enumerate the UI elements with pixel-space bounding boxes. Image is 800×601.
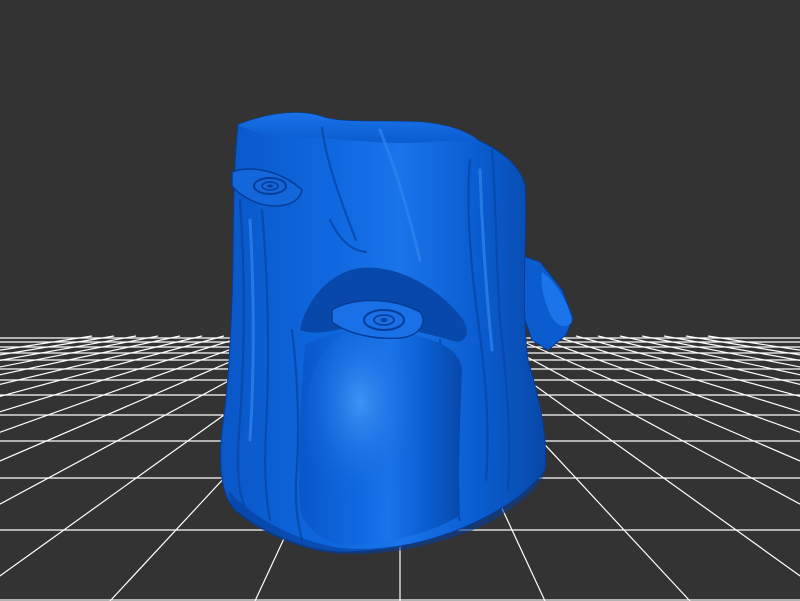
- grid-line-depth: [619, 335, 800, 376]
- 3d-viewport[interactable]: [0, 0, 800, 601]
- grid-line-depth: [0, 335, 115, 356]
- grid-line-depth: [597, 335, 800, 385]
- grid-line-depth: [685, 335, 800, 356]
- grid-line-depth: [641, 335, 800, 368]
- grid-line-depth: [0, 335, 181, 376]
- grid-line-depth: [531, 335, 800, 433]
- grid-line-depth: [0, 335, 159, 368]
- grid-line-depth: [509, 335, 800, 462]
- 3d-scene[interactable]: [0, 0, 800, 601]
- grid-line-depth: [0, 335, 203, 385]
- front-bulge-glow: [305, 330, 415, 510]
- tree-stump-model[interactable]: [220, 112, 574, 555]
